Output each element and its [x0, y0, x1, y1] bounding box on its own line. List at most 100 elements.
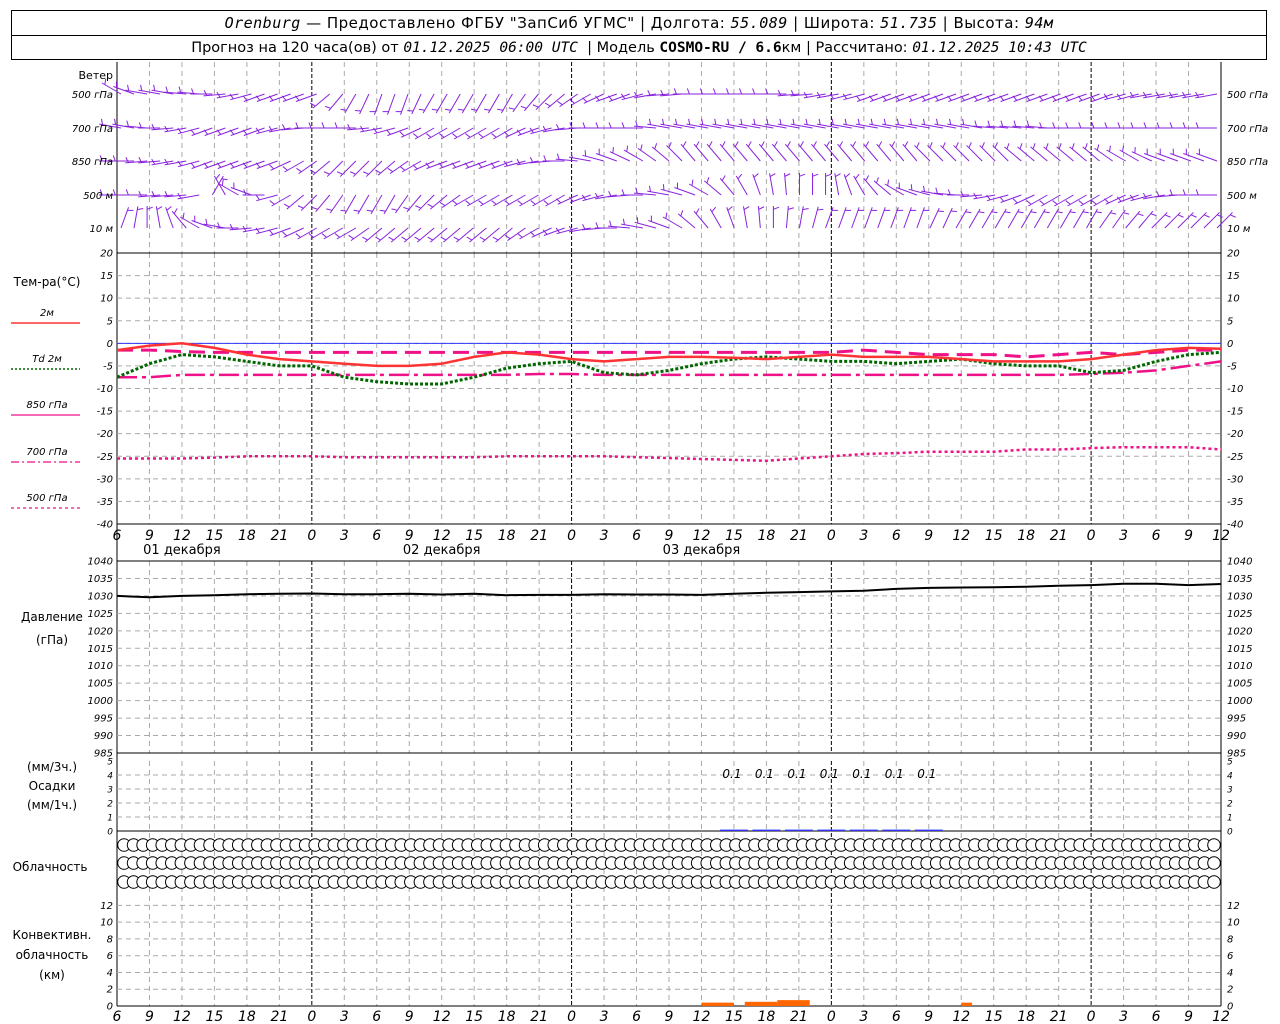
- wind-barb-feather: [1216, 214, 1223, 218]
- conv-tick-left: 2: [107, 985, 113, 996]
- wind-barb-feather: [817, 208, 824, 211]
- hour-tick-label-bottom: 15: [465, 1009, 483, 1024]
- wind-barb-feather: [994, 142, 998, 148]
- temp-legend-label: Td 2м: [32, 354, 62, 365]
- pressure-tick-right: 1025: [1227, 609, 1252, 620]
- wind-barb-feather: [334, 233, 340, 238]
- wind-barb-feather: [608, 122, 612, 129]
- conv-tick-right: 10: [1227, 918, 1240, 929]
- wind-barb: [531, 227, 552, 238]
- pressure-tick-right: 1000: [1227, 696, 1252, 707]
- wind-barb-feather: [854, 173, 860, 180]
- wind-barb-feather: [758, 206, 765, 210]
- wind-barb-feather: [431, 108, 438, 111]
- wind-barb-feather: [569, 99, 575, 104]
- wind-barb-feather: [114, 118, 117, 125]
- hour-tick-label: 15: [465, 528, 483, 544]
- wind-barb-feather: [922, 118, 926, 125]
- wind-barb-feather: [427, 236, 434, 241]
- wind-barb-feather: [1091, 200, 1097, 205]
- hour-tick-label: 9: [665, 528, 674, 544]
- wind-barb-feather: [999, 196, 1005, 202]
- pressure-tick-right: 1035: [1227, 574, 1252, 585]
- hour-tick-label-bottom: 0: [1087, 1009, 1096, 1024]
- temp-tick-right: 5: [1227, 316, 1233, 327]
- wind-barb-feather: [517, 200, 523, 205]
- wind-barb-feather: [825, 173, 832, 177]
- hour-tick-label: 6: [372, 528, 381, 544]
- wind-barb-feather: [484, 108, 491, 111]
- wind-barb: [256, 194, 278, 202]
- wind-barb-feather: [773, 206, 780, 210]
- wind-barb-feather: [504, 234, 511, 240]
- precip-bar: [914, 829, 943, 831]
- wind-barb-feather: [777, 90, 782, 96]
- wind-barb-feather: [910, 184, 913, 191]
- wind-barb-feather: [529, 231, 535, 237]
- wind-barb-feather: [336, 171, 343, 175]
- hour-tick-label: 0: [827, 528, 836, 544]
- wind-barb-feather: [965, 211, 972, 214]
- precip-label: Осадки: [29, 779, 76, 793]
- wind-barb: [812, 206, 819, 229]
- wind-barb-feather: [1150, 213, 1157, 217]
- wind-barb: [377, 227, 396, 243]
- wind-barb-feather: [156, 206, 163, 211]
- precip-tick-right: 5: [1227, 758, 1233, 768]
- conv-label: облачность: [16, 948, 89, 962]
- conv-tick-right: 4: [1227, 968, 1233, 979]
- wind-barb-feather: [153, 84, 156, 91]
- hour-tick-label: 15: [205, 528, 223, 544]
- pressure-unit: (гПа): [36, 633, 68, 647]
- wind-barb-feather: [478, 200, 484, 205]
- wind-barbs-panel: [99, 78, 1236, 243]
- wind-barb-feather: [826, 141, 830, 147]
- hour-tick-label: 21: [530, 528, 548, 544]
- hour-tick-label: 6: [1152, 528, 1161, 544]
- hour-tick-label-bottom: 9: [405, 1009, 414, 1024]
- wind-barb-feather: [479, 236, 486, 241]
- hour-tick-label: 0: [1087, 528, 1096, 544]
- precip-tick-left: 3: [107, 786, 113, 796]
- wind-level-label-left: 850 гПа: [72, 157, 113, 168]
- wind-barb-feather: [978, 211, 985, 214]
- wind-barb-feather: [334, 122, 338, 129]
- wind-barb-feather: [835, 173, 841, 178]
- wind-barb-feather: [1143, 122, 1147, 129]
- hour-tick-label: 6: [892, 528, 901, 544]
- wind-barb-feather: [491, 200, 497, 205]
- wind-barb-feather: [388, 236, 394, 241]
- wind-barb-feather: [839, 141, 844, 147]
- wind-barb-feather: [543, 155, 547, 162]
- wind-barb: [1105, 194, 1126, 205]
- wind-barb-feather: [1182, 189, 1186, 196]
- pressure-tick-right: 1030: [1227, 591, 1252, 602]
- hour-tick-label: 9: [405, 528, 414, 544]
- wind-barb: [1046, 208, 1059, 229]
- wind-barb-feather: [584, 150, 587, 157]
- wind-barb-feather: [818, 118, 821, 125]
- precip-tick-left: 0: [107, 828, 113, 838]
- wind-barb: [968, 208, 981, 229]
- hour-tick-label: 21: [790, 528, 808, 544]
- conv-label: (км): [39, 968, 65, 982]
- wind-barb: [1190, 212, 1207, 229]
- wind-barb-feather: [1078, 200, 1084, 205]
- wind-barb-feather: [165, 86, 169, 93]
- wind-barb-feather: [415, 205, 422, 209]
- precip-tick-left: 2: [107, 800, 113, 810]
- hour-tick-label-bottom: 6: [372, 1009, 381, 1024]
- pressure-tick-right: 990: [1227, 731, 1246, 742]
- wind-barb-feather: [1104, 122, 1108, 129]
- wind-barb-feather: [648, 118, 652, 125]
- wind-level-label-right: 10 м: [1227, 224, 1251, 235]
- wind-level-label-right: 500 м: [1227, 191, 1257, 202]
- wind-barb-feather: [444, 108, 451, 111]
- wind-barb-feather: [166, 206, 172, 211]
- wind-barb-feather: [747, 141, 752, 147]
- pressure-title: Давление: [21, 610, 83, 624]
- wind-barb-feather: [323, 171, 330, 175]
- wind-barb-feather: [362, 236, 368, 241]
- precip-value-label: 0.1: [917, 767, 936, 781]
- hour-tick-label-bottom: 6: [1152, 1009, 1161, 1024]
